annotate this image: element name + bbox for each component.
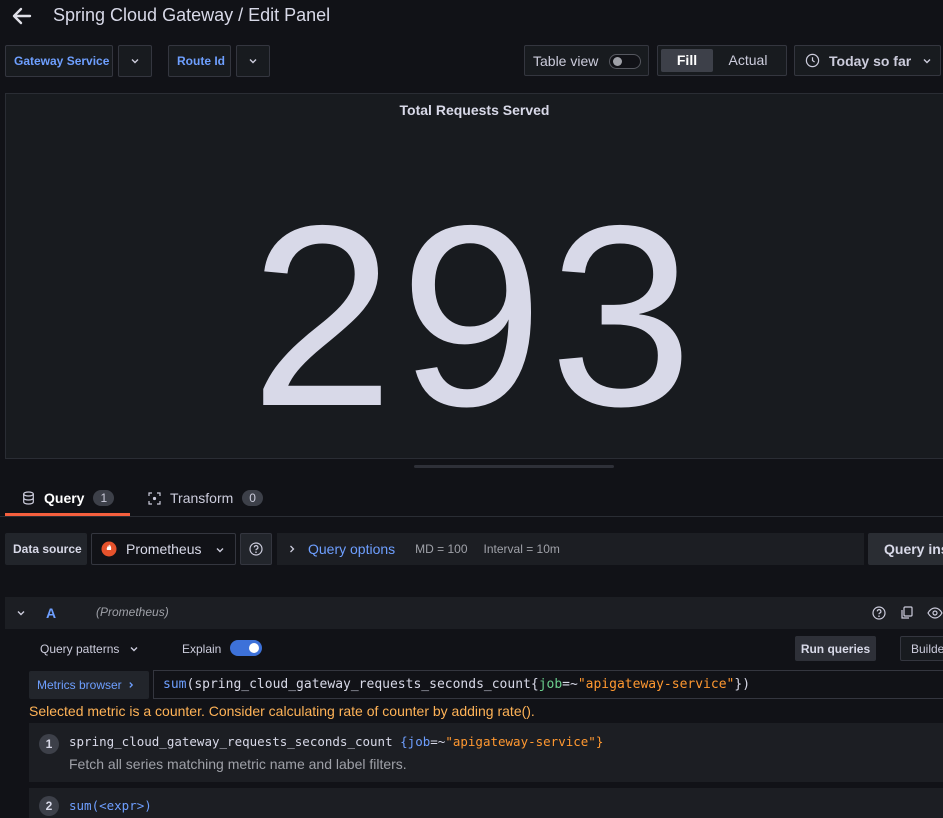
- expr-function: sum: [163, 677, 187, 692]
- query-patterns-label: Query patterns: [40, 642, 120, 656]
- time-range-picker[interactable]: Today so far: [794, 45, 941, 76]
- query-datasource-name: (Prometheus): [96, 605, 169, 619]
- eye-icon[interactable]: [927, 606, 943, 620]
- tab-transform-label: Transform: [170, 490, 234, 506]
- table-view-switch[interactable]: [609, 54, 641, 69]
- panel-resize-handle[interactable]: [414, 465, 614, 468]
- hint-number: 2: [39, 796, 59, 816]
- hint-label-key: job: [407, 734, 431, 749]
- query-inspector-label: Query ins: [884, 541, 943, 557]
- chevron-right-icon: [290, 545, 295, 553]
- query-editor[interactable]: sum(spring_cloud_gateway_requests_second…: [153, 670, 943, 699]
- data-source-label-text: Data source: [13, 542, 82, 556]
- variable-label-text: Route Id: [177, 54, 225, 68]
- tab-query-label: Query: [44, 489, 85, 506]
- transform-icon: [148, 491, 161, 505]
- fill-actual-group: Fill Actual: [657, 45, 787, 76]
- metrics-browser-button[interactable]: Metrics browser: [29, 671, 149, 699]
- chevron-down-icon: [923, 59, 931, 64]
- hint-number: 1: [39, 734, 59, 754]
- expr-operator: =~: [562, 677, 578, 692]
- stat-panel: Total Requests Served 293: [5, 93, 943, 460]
- explain-label: Explain: [182, 642, 222, 656]
- chevron-down-icon: [249, 59, 257, 64]
- explain-toggle[interactable]: [230, 640, 262, 656]
- query-options-label: Query options: [308, 541, 396, 557]
- hint-metric: spring_cloud_gateway_requests_seconds_co…: [69, 734, 393, 749]
- table-view-label: Table view: [533, 52, 599, 69]
- stat-value: 293: [250, 171, 699, 460]
- tab-transform-count: 0: [242, 490, 263, 506]
- chevron-down-icon[interactable]: [16, 608, 26, 618]
- counter-warning: Selected metric is a counter. Consider c…: [29, 703, 535, 719]
- data-source-help-button[interactable]: [240, 533, 272, 565]
- duplicate-icon[interactable]: [900, 606, 914, 620]
- query-ref-id[interactable]: A: [46, 605, 56, 621]
- gateway-service-dropdown[interactable]: [118, 45, 152, 77]
- chevron-down-icon: [216, 548, 224, 553]
- hint-description: Fetch all series matching metric name an…: [69, 756, 407, 772]
- query-inspector-button[interactable]: Query ins: [868, 533, 943, 565]
- switch-knob: [613, 57, 622, 66]
- switch-knob: [249, 643, 259, 653]
- data-source-picker[interactable]: Prometheus: [91, 533, 236, 565]
- clock-icon: [805, 53, 820, 68]
- panel-title: Total Requests Served: [399, 102, 550, 118]
- tabs-divider: [0, 516, 943, 517]
- tab-query[interactable]: Query 1: [5, 482, 130, 516]
- builder-mode-button[interactable]: Builde: [900, 636, 943, 661]
- metrics-browser-label: Metrics browser: [37, 678, 122, 692]
- arrow-left-icon: [12, 7, 32, 25]
- interval-value: Interval = 10m: [483, 542, 560, 556]
- actual-button[interactable]: Actual: [713, 49, 783, 72]
- hint-operator: =~: [430, 734, 446, 749]
- tab-query-count: 1: [93, 489, 115, 506]
- page-title: Spring Cloud Gateway / Edit Panel: [53, 5, 331, 25]
- chevron-right-icon: [129, 682, 133, 688]
- hint-label-value: "apigateway-service": [445, 734, 596, 749]
- data-source-name: Prometheus: [126, 541, 202, 557]
- question-circle-icon: [249, 542, 263, 556]
- hint-expression: spring_cloud_gateway_requests_seconds_co…: [69, 734, 604, 749]
- query-options-bar[interactable]: Query options MD = 100 Interval = 10m: [277, 533, 864, 565]
- route-id-dropdown[interactable]: [236, 45, 270, 77]
- table-view-toggle[interactable]: Table view: [524, 45, 649, 76]
- variable-label-route-id: Route Id: [168, 45, 231, 77]
- time-range-label: Today so far: [829, 52, 912, 69]
- builder-mode-label: Builde: [911, 641, 943, 656]
- back-button[interactable]: [10, 4, 36, 28]
- data-source-label: Data source: [5, 533, 87, 565]
- chevron-down-icon: [131, 59, 139, 64]
- variable-label-text: Gateway Service: [14, 54, 110, 68]
- prometheus-icon: [101, 541, 117, 557]
- hint-item[interactable]: 1 spring_cloud_gateway_requests_seconds_…: [29, 723, 943, 782]
- expr-label-key: job: [538, 677, 563, 692]
- help-icon[interactable]: [872, 606, 886, 620]
- variable-label-gateway-service: Gateway Service: [5, 45, 113, 77]
- database-icon: [23, 490, 34, 505]
- query-row-header[interactable]: A (Prometheus): [5, 597, 943, 629]
- max-data-points: MD = 100: [415, 542, 468, 556]
- hint-item[interactable]: 2 sum(<expr>): [29, 788, 943, 818]
- chevron-down-icon: [130, 647, 138, 652]
- run-queries-button[interactable]: Run queries: [795, 636, 876, 661]
- tab-transform[interactable]: Transform 0: [140, 482, 275, 514]
- fill-button[interactable]: Fill: [661, 49, 713, 72]
- expr-label-value: "apigateway-service": [577, 677, 735, 692]
- expr-metric: spring_cloud_gateway_requests_seconds_co…: [194, 677, 531, 692]
- query-patterns-dropdown[interactable]: Query patterns: [40, 641, 139, 657]
